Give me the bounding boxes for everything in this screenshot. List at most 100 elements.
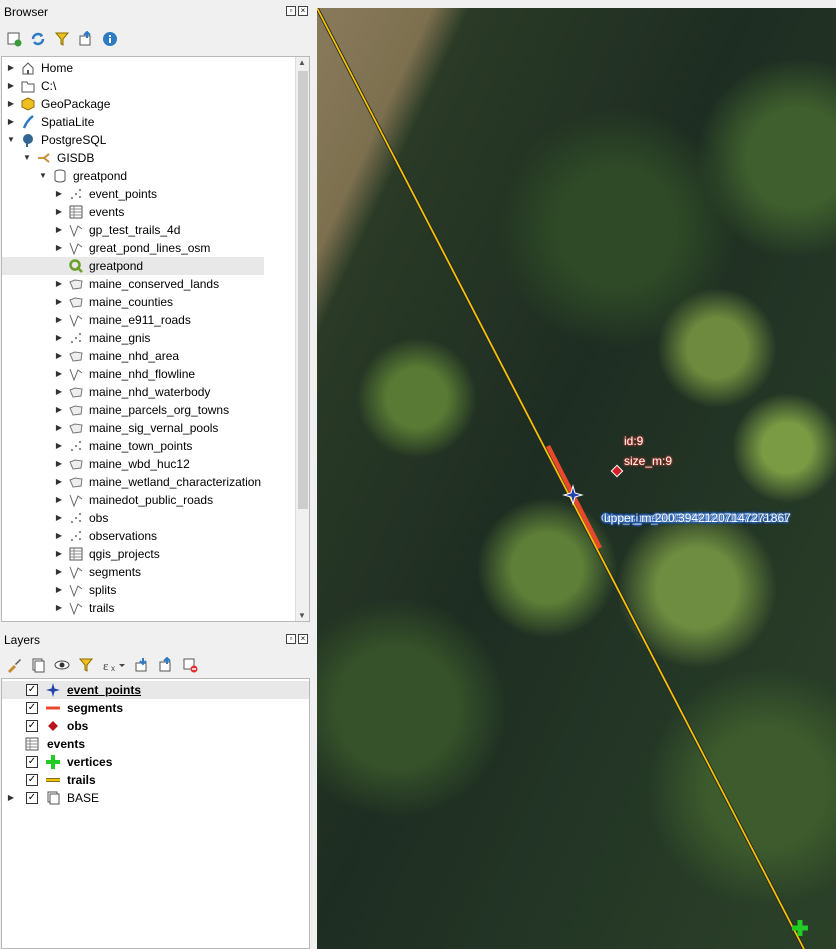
layer-visibility-checkbox[interactable]: ✓ xyxy=(26,756,38,768)
browser-item[interactable]: ▶ observations xyxy=(2,527,282,545)
collapsed-arrow-icon[interactable]: ▶ xyxy=(6,113,16,131)
remove-layer-icon[interactable] xyxy=(182,657,198,673)
style-panel-icon[interactable] xyxy=(6,657,22,673)
collapsed-arrow-icon[interactable]: ▶ xyxy=(6,789,16,807)
browser-item[interactable]: ▶ maine_wetland_characterization xyxy=(2,473,282,491)
collapsed-arrow-icon[interactable]: ▶ xyxy=(54,275,64,293)
browser-item[interactable]: ▶ maine_e911_roads xyxy=(2,311,282,329)
expression-filter-icon[interactable]: εx xyxy=(102,657,126,673)
browser-item[interactable]: ▶ gp_test_trails_4d xyxy=(2,221,282,239)
expand-all-icon[interactable] xyxy=(134,657,150,673)
visibility-icon[interactable] xyxy=(54,657,70,673)
collapsed-arrow-icon[interactable]: ▶ xyxy=(6,77,16,95)
layer-item[interactable]: events xyxy=(2,735,309,753)
browser-tree[interactable]: ▲ ▼ ▶ Home ▶ C:\ ▶ GeoPackage ▶ SpatiaLite ▼ Post… xyxy=(1,56,310,622)
layer-visibility-checkbox[interactable]: ✓ xyxy=(26,774,38,786)
browser-item[interactable]: ▶ events xyxy=(2,203,282,221)
expanded-arrow-icon[interactable]: ▼ xyxy=(6,131,16,149)
collapsed-arrow-icon[interactable]: ▶ xyxy=(54,329,64,347)
collapse-all-layers-icon[interactable] xyxy=(158,656,174,673)
collapsed-arrow-icon[interactable]: ▶ xyxy=(54,419,64,437)
collapsed-arrow-icon[interactable]: ▶ xyxy=(54,527,64,545)
collapsed-arrow-icon[interactable]: ▶ xyxy=(54,563,64,581)
add-group-icon[interactable] xyxy=(30,657,46,673)
browser-item[interactable]: ▶ maine_nhd_waterbody xyxy=(2,383,282,401)
info-icon[interactable] xyxy=(102,31,118,47)
browser-item[interactable]: ▶ maine_town_points xyxy=(2,437,282,455)
browser-item[interactable]: ▶ Home xyxy=(2,59,282,77)
browser-item[interactable]: ▶ great_pond_lines_osm xyxy=(2,239,282,257)
close-panel-icon[interactable]: × xyxy=(298,634,308,644)
layer-item[interactable]: ✓ trails xyxy=(2,771,309,789)
add-selected-layers-icon[interactable] xyxy=(6,31,22,47)
collapsed-arrow-icon[interactable]: ▶ xyxy=(54,455,64,473)
collapsed-arrow-icon[interactable]: ▶ xyxy=(54,203,64,221)
collapsed-arrow-icon[interactable]: ▶ xyxy=(54,293,64,311)
collapsed-arrow-icon[interactable]: ▶ xyxy=(54,347,64,365)
float-panel-icon[interactable]: ▫ xyxy=(286,634,296,644)
scrollbar-thumb[interactable] xyxy=(298,71,308,509)
browser-item[interactable]: ▶ GeoPackage xyxy=(2,95,282,113)
collapsed-arrow-icon[interactable]: ▶ xyxy=(54,401,64,419)
browser-item[interactable]: ▶ obs xyxy=(2,509,282,527)
scroll-up-icon[interactable]: ▲ xyxy=(298,58,306,67)
collapsed-arrow-icon[interactable]: ▶ xyxy=(54,221,64,239)
browser-item[interactable]: ▶ maine_conserved_lands xyxy=(2,275,282,293)
browser-item[interactable]: ▶ maine_gnis xyxy=(2,329,282,347)
browser-item[interactable]: ▶ trails xyxy=(2,599,282,617)
browser-item[interactable]: ▼ PostgreSQL xyxy=(2,131,282,149)
filter-icon[interactable] xyxy=(54,31,70,47)
collapsed-arrow-icon[interactable]: ▶ xyxy=(54,365,64,383)
collapsed-arrow-icon[interactable]: ▶ xyxy=(54,311,64,329)
refresh-icon[interactable] xyxy=(30,31,46,47)
collapse-all-icon[interactable] xyxy=(78,30,94,47)
browser-item[interactable]: ▶ maine_wbd_huc12 xyxy=(2,455,282,473)
browser-scrollbar[interactable]: ▲ ▼ xyxy=(295,57,309,621)
collapsed-arrow-icon[interactable]: ▶ xyxy=(6,95,16,113)
layer-item[interactable]: ✓ event_points xyxy=(2,681,309,699)
browser-item[interactable]: ▶ maine_parcels_org_towns xyxy=(2,401,282,419)
map-canvas[interactable]: id:9 size_m:9 Obs_size_m:9 lower_meas:0.… xyxy=(317,8,836,949)
browser-item[interactable]: ▶ segments xyxy=(2,563,282,581)
layer-visibility-checkbox[interactable]: ✓ xyxy=(26,702,38,714)
layer-item[interactable]: ✓ obs xyxy=(2,717,309,735)
float-panel-icon[interactable]: ▫ xyxy=(286,6,296,16)
browser-item[interactable]: ▶ splits xyxy=(2,581,282,599)
collapsed-arrow-icon[interactable]: ▶ xyxy=(54,509,64,527)
browser-item[interactable]: greatpond xyxy=(2,257,264,275)
layer-visibility-checkbox[interactable]: ✓ xyxy=(26,684,38,696)
layer-item[interactable]: ✓ vertices xyxy=(2,753,309,771)
collapsed-arrow-icon[interactable]: ▶ xyxy=(54,185,64,203)
browser-item[interactable]: ▶ maine_sig_vernal_pools xyxy=(2,419,282,437)
browser-item[interactable]: ▶ maine_counties xyxy=(2,293,282,311)
filter-legend-icon[interactable] xyxy=(78,657,94,673)
close-panel-icon[interactable]: × xyxy=(298,6,308,16)
layer-visibility-checkbox[interactable]: ✓ xyxy=(26,720,38,732)
browser-item[interactable]: ▼ greatpond xyxy=(2,167,282,185)
collapsed-arrow-icon[interactable]: ▶ xyxy=(54,491,64,509)
browser-item[interactable]: ▼ GISDB xyxy=(2,149,282,167)
layer-item[interactable]: ▶ ✓ BASE xyxy=(2,789,309,807)
browser-item[interactable]: ▶ C:\ xyxy=(2,77,282,95)
browser-item[interactable]: ▶ maine_nhd_area xyxy=(2,347,282,365)
collapsed-arrow-icon[interactable]: ▶ xyxy=(6,59,16,77)
browser-item[interactable]: ▶ event_points xyxy=(2,185,282,203)
collapsed-arrow-icon[interactable]: ▶ xyxy=(54,473,64,491)
collapsed-arrow-icon[interactable]: ▶ xyxy=(54,581,64,599)
trail-line[interactable] xyxy=(317,8,805,949)
layers-tree[interactable]: ✓ event_points ✓ segments ✓ obs events ✓ vertice… xyxy=(1,678,310,949)
scroll-down-icon[interactable]: ▼ xyxy=(298,611,306,620)
collapsed-arrow-icon[interactable]: ▶ xyxy=(54,599,64,617)
layer-item[interactable]: ✓ segments xyxy=(2,699,309,717)
collapsed-arrow-icon[interactable]: ▶ xyxy=(54,239,64,257)
layer-visibility-checkbox[interactable]: ✓ xyxy=(26,792,38,804)
browser-item[interactable]: ▶ qgis_projects xyxy=(2,545,282,563)
collapsed-arrow-icon[interactable]: ▶ xyxy=(54,383,64,401)
expanded-arrow-icon[interactable]: ▼ xyxy=(38,167,48,185)
expanded-arrow-icon[interactable]: ▼ xyxy=(22,149,32,167)
browser-item[interactable]: ▶ mainedot_public_roads xyxy=(2,491,282,509)
collapsed-arrow-icon[interactable]: ▶ xyxy=(54,437,64,455)
obs-point[interactable] xyxy=(610,464,624,478)
browser-item[interactable]: ▶ maine_nhd_flowline xyxy=(2,365,282,383)
collapsed-arrow-icon[interactable]: ▶ xyxy=(54,545,64,563)
